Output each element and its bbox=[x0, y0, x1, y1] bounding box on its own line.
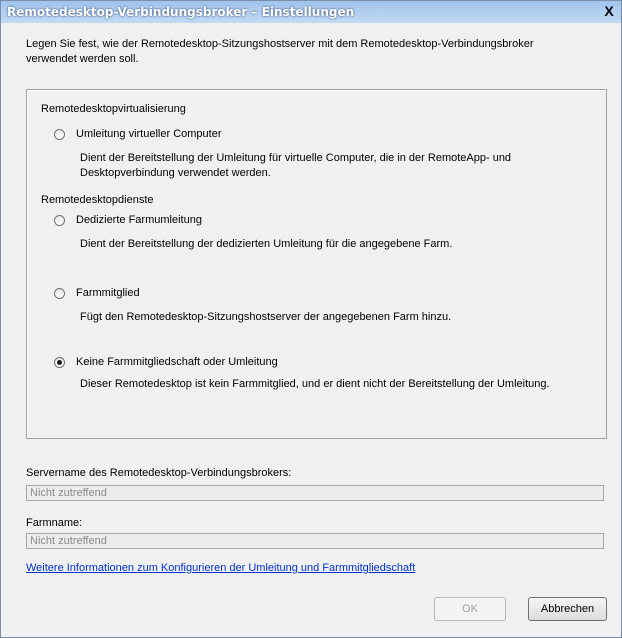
radio-circle[interactable] bbox=[54, 356, 65, 368]
dialog-window: Remotedesktop-Verbindungsbroker – Einste… bbox=[0, 0, 622, 638]
radio-label[interactable]: Umleitung virtueller Computer bbox=[76, 128, 222, 140]
more-info-link[interactable]: Weitere Informationen zum Konfigurieren … bbox=[26, 562, 415, 574]
radio-label[interactable]: Dedizierte Farmumleitung bbox=[76, 214, 202, 226]
farm-name-label: Farmname: bbox=[26, 517, 83, 529]
option-description: Dient der Bereitstellung der Umleitung f… bbox=[80, 152, 512, 179]
title-bar[interactable]: Remotedesktop-Verbindungsbroker – Einste… bbox=[1, 1, 621, 23]
radio-no-membership[interactable]: Keine Farmmitgliedschaft oder Umleitung bbox=[54, 356, 278, 368]
radio-label[interactable]: Farmmitglied bbox=[76, 287, 140, 299]
server-name-field[interactable]: Nicht zutreffend bbox=[26, 485, 604, 501]
window-title: Remotedesktop-Verbindungsbroker – Einste… bbox=[7, 5, 355, 19]
option-description: Dient der Bereitstellung der dedizierten… bbox=[80, 238, 453, 250]
option-description: Dieser Remotedesktop ist kein Farmmitgli… bbox=[80, 378, 550, 390]
radio-farm-member[interactable]: Farmmitglied bbox=[54, 287, 140, 299]
section-heading-virtualization: Remotedesktopvirtualisierung bbox=[41, 103, 186, 115]
radio-circle[interactable] bbox=[54, 128, 65, 140]
intro-text: Legen Sie fest, wie der Remotedesktop-Si… bbox=[26, 38, 534, 65]
cancel-button[interactable]: Abbrechen bbox=[528, 597, 607, 621]
radio-label[interactable]: Keine Farmmitgliedschaft oder Umleitung bbox=[76, 356, 278, 368]
farm-name-field[interactable]: Nicht zutreffend bbox=[26, 533, 604, 549]
close-icon[interactable]: X bbox=[601, 3, 617, 19]
radio-vm-redirection[interactable]: Umleitung virtueller Computer bbox=[54, 128, 222, 140]
radio-circle[interactable] bbox=[54, 287, 65, 299]
option-description: Fügt den Remotedesktop-Sitzungshostserve… bbox=[80, 311, 452, 323]
radio-circle[interactable] bbox=[54, 214, 65, 226]
radio-dedicated-farm[interactable]: Dedizierte Farmumleitung bbox=[54, 214, 202, 226]
ok-button[interactable]: OK bbox=[434, 597, 506, 621]
section-heading-services: Remotedesktopdienste bbox=[41, 194, 154, 206]
server-name-label: Servername des Remotedesktop-Verbindungs… bbox=[26, 467, 292, 479]
